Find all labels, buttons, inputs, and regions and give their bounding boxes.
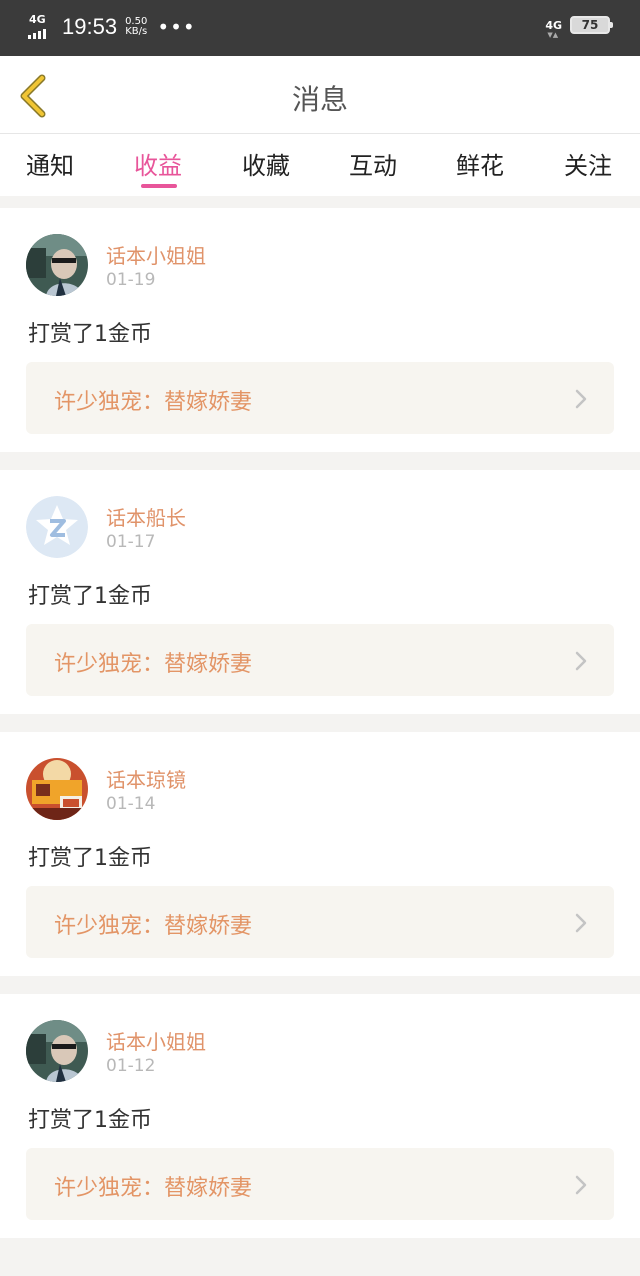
message-date: 01-19 — [106, 270, 156, 290]
chevron-right-icon — [575, 913, 587, 933]
tab-earnings[interactable]: 收益 — [108, 146, 208, 181]
avatar[interactable] — [26, 758, 88, 820]
status-bar: 4G 19:53 0.50 KB/s ••• 4G ▼▲ 75 — [0, 0, 640, 56]
book-link[interactable]: 许少独宠：替嫁娇妻 — [26, 1148, 614, 1220]
top-nav-bar: 消息 — [0, 56, 640, 134]
message-card: 话本琼镜 01-14 打赏了1金币 许少独宠：替嫁娇妻 — [0, 732, 640, 976]
book-link[interactable]: 许少独宠：替嫁娇妻 — [26, 624, 614, 696]
message-card: 话本小姐姐 01-19 打赏了1金币 许少独宠：替嫁娇妻 — [0, 208, 640, 452]
message-text: 打赏了1金币 — [28, 584, 152, 609]
network-speed: 0.50 KB/s — [125, 17, 147, 37]
book-title: 许少独宠：替嫁娇妻 — [54, 390, 253, 415]
user-name[interactable]: 话本琼镜 — [106, 764, 186, 793]
default-avatar-icon — [26, 496, 88, 558]
avatar[interactable] — [26, 234, 88, 296]
signal-icon: 4G — [28, 13, 54, 40]
message-date: 01-14 — [106, 794, 156, 814]
network-type-right: 4G ▼▲ — [545, 19, 562, 39]
book-link[interactable]: 许少独宠：替嫁娇妻 — [26, 362, 614, 434]
message-date: 01-12 — [106, 1056, 156, 1076]
book-title: 许少独宠：替嫁娇妻 — [54, 652, 253, 677]
message-card: 话本小姐姐 01-12 打赏了1金币 许少独宠：替嫁娇妻 — [0, 994, 640, 1238]
tab-notify[interactable]: 通知 — [0, 146, 100, 181]
chevron-right-icon — [575, 651, 587, 671]
speed-unit: KB/s — [125, 26, 148, 37]
book-link[interactable]: 许少独宠：替嫁娇妻 — [26, 886, 614, 958]
clock: 19:53 — [62, 14, 118, 39]
avatar[interactable] — [26, 1020, 88, 1082]
book-title: 许少独宠：替嫁娇妻 — [54, 914, 253, 939]
message-date: 01-17 — [106, 532, 156, 552]
tab-favorites[interactable]: 收藏 — [216, 146, 316, 181]
tab-flowers[interactable]: 鲜花 — [430, 146, 530, 181]
data-arrows-icon: ▼▲ — [547, 30, 559, 39]
cartoon-avatar-icon — [26, 758, 88, 820]
chevron-right-icon — [575, 1175, 587, 1195]
tab-follow[interactable]: 关注 — [538, 146, 638, 181]
message-text: 打赏了1金币 — [28, 322, 152, 347]
avatar[interactable] — [26, 496, 88, 558]
more-notifications-icon: ••• — [157, 15, 196, 39]
battery-icon: 75 — [570, 16, 613, 34]
tab-bar: 通知 收益 收藏 互动 鲜花 关注 — [0, 134, 640, 196]
user-name[interactable]: 话本船长 — [106, 502, 186, 531]
user-name[interactable]: 话本小姐姐 — [106, 240, 206, 269]
book-title: 许少独宠：替嫁娇妻 — [54, 1176, 253, 1201]
chevron-right-icon — [575, 389, 587, 409]
photo-avatar-icon — [26, 1020, 88, 1082]
user-name[interactable]: 话本小姐姐 — [106, 1026, 206, 1055]
battery-level: 75 — [581, 18, 599, 32]
message-text: 打赏了1金币 — [28, 1108, 152, 1133]
active-tab-indicator — [141, 184, 177, 188]
message-text: 打赏了1金币 — [28, 846, 152, 871]
network-type: 4G — [29, 13, 46, 26]
message-card: 话本船长 01-17 打赏了1金币 许少独宠：替嫁娇妻 — [0, 470, 640, 714]
photo-avatar-icon — [26, 234, 88, 296]
page-title: 消息 — [291, 83, 348, 116]
tab-interaction[interactable]: 互动 — [323, 146, 423, 181]
